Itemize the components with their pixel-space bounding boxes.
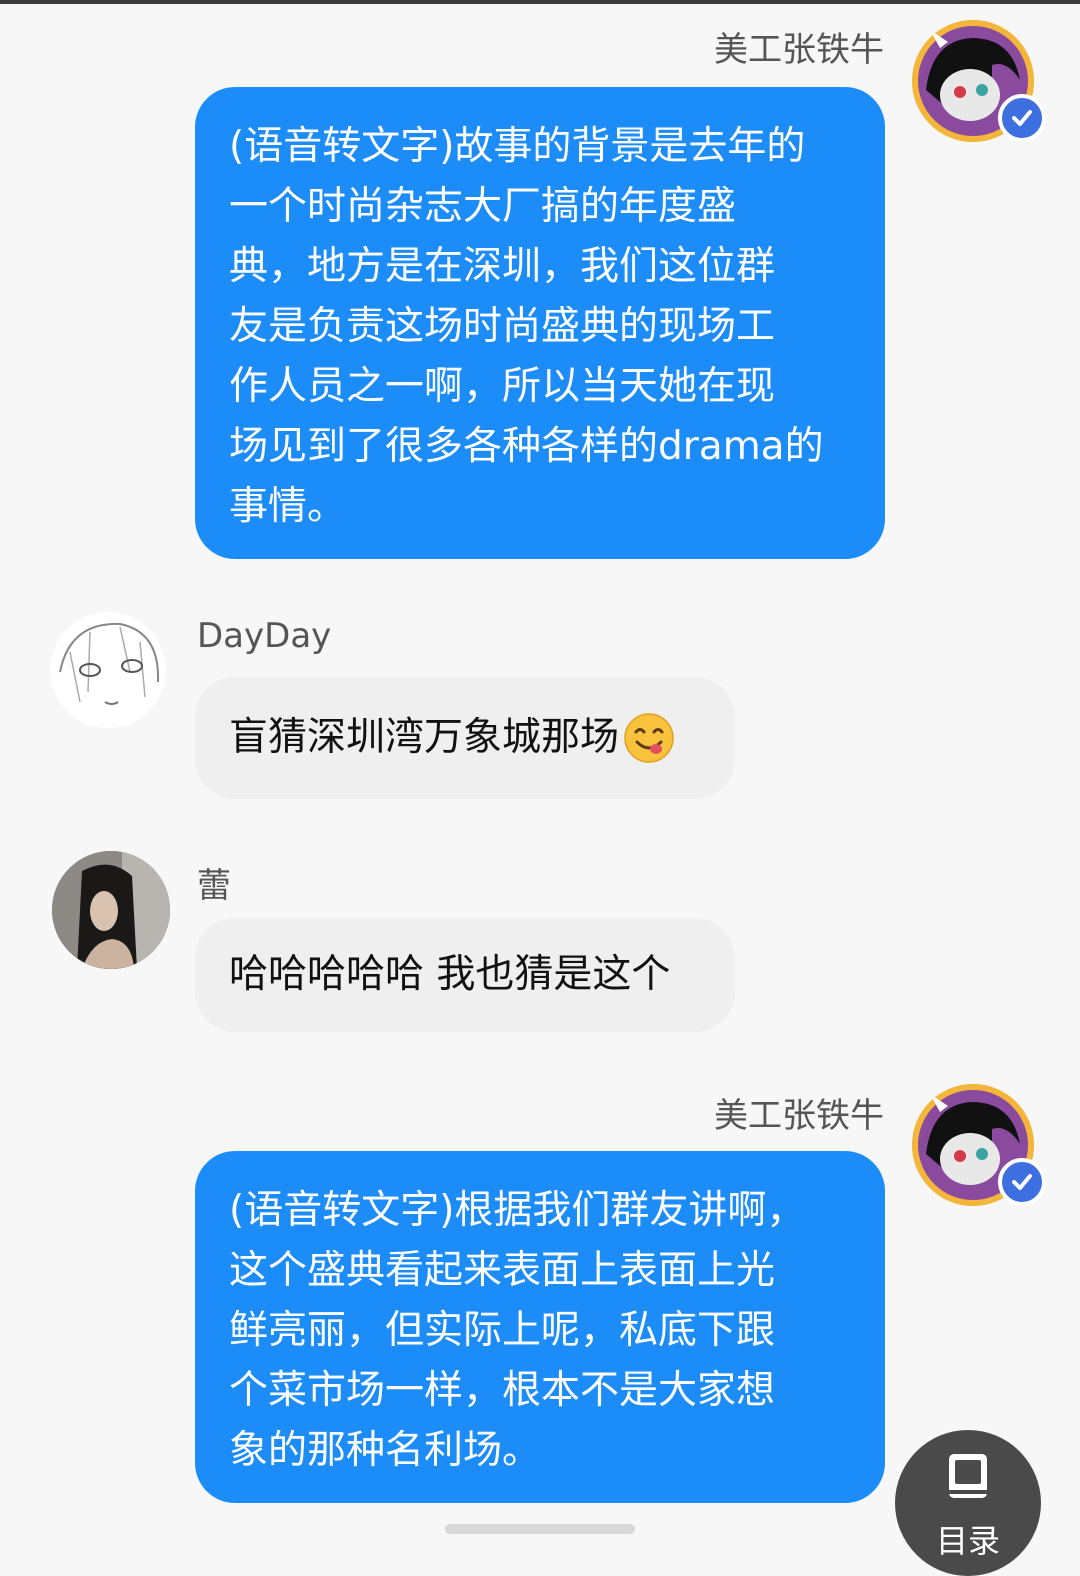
message-text: 盲猜深圳湾万象城那场 (229, 715, 620, 760)
sender-name: 蕾 (197, 866, 231, 906)
verified-badge-icon (998, 1158, 1046, 1206)
verified-badge-icon (998, 94, 1046, 142)
message-bubble[interactable]: (语音转文字)根据我们群友讲啊， 这个盛典看起来表面上表面上光 鲜亮丽，但实际上… (195, 1151, 885, 1503)
message-text: 哈哈哈哈哈 我也猜是这个 (229, 952, 671, 997)
avatar[interactable] (50, 612, 166, 728)
sender-name: 美工张铁牛 (714, 1096, 884, 1136)
message-bubble[interactable]: 哈哈哈哈哈 我也猜是这个 (195, 918, 735, 1032)
avatar[interactable] (52, 851, 170, 969)
sketch-girl-avatar-icon (50, 612, 166, 728)
message-bubble[interactable]: 盲猜深圳湾万象城那场 (195, 677, 735, 799)
catalog-button[interactable]: 目录 (895, 1430, 1041, 1576)
top-status-bar (0, 0, 1080, 4)
message-bubble[interactable]: (语音转文字)故事的背景是去年的 一个时尚杂志大厂搞的年度盛 典，地方是在深圳，… (195, 87, 885, 559)
photo-avatar-icon (52, 851, 170, 969)
sender-name: 美工张铁牛 (714, 30, 884, 70)
sender-name: DayDay (197, 616, 332, 656)
yum-face-emoji-icon (624, 713, 674, 763)
catalog-label: 目录 (935, 1522, 1000, 1560)
book-icon (949, 1454, 987, 1498)
scroll-indicator (445, 1524, 635, 1534)
